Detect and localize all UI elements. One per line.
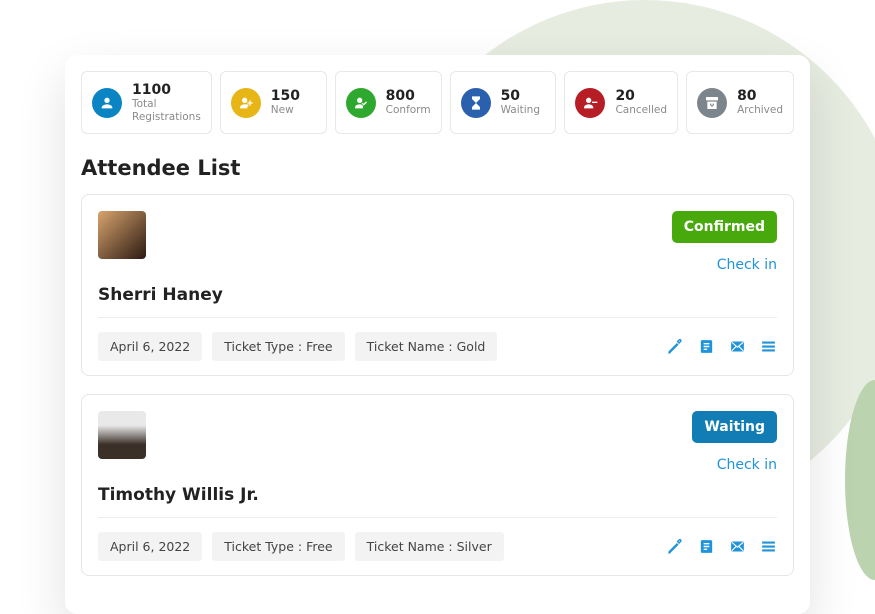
stat-label: Total Registrations [132,98,201,123]
stat-value: 80 [737,88,783,104]
stat-label: Waiting [501,104,540,117]
stat-value: 50 [501,88,540,104]
chip-row: April 6, 2022 Ticket Type : Free Ticket … [98,332,497,361]
user-minus-icon [575,88,605,118]
action-icons [667,538,777,555]
doc-icon[interactable] [698,338,715,355]
users-icon [92,88,122,118]
page-title: Attendee List [81,156,794,180]
user-plus-icon [231,88,261,118]
list-icon[interactable] [760,338,777,355]
mail-icon[interactable] [729,538,746,555]
attendee-panel: 1100 Total Registrations 150 New 800 Con… [65,55,810,614]
stat-value: 150 [271,88,300,104]
divider [98,317,777,318]
stat-label: Conform [386,104,431,117]
action-icons [667,338,777,355]
stat-waiting[interactable]: 50 Waiting [450,71,557,134]
status-badge: Confirmed [672,211,777,243]
divider [98,517,777,518]
edit-icon[interactable] [667,338,684,355]
hourglass-icon [461,88,491,118]
checkin-link[interactable]: Check in [672,257,777,273]
avatar [98,211,146,259]
doc-icon[interactable] [698,538,715,555]
status-badge: Waiting [692,411,777,443]
date-chip: April 6, 2022 [98,332,202,361]
archive-icon [697,88,727,118]
stat-archived[interactable]: 80 Archived [686,71,794,134]
attendee-card: Confirmed Check in Sherri Haney April 6,… [81,194,794,376]
ticket-type-chip: Ticket Type : Free [212,532,344,561]
stat-value: 800 [386,88,431,104]
ticket-name-chip: Ticket Name : Silver [355,532,504,561]
stat-label: Cancelled [615,104,667,117]
date-chip: April 6, 2022 [98,532,202,561]
mail-icon[interactable] [729,338,746,355]
user-check-icon [346,88,376,118]
chip-row: April 6, 2022 Ticket Type : Free Ticket … [98,532,504,561]
stat-new[interactable]: 150 New [220,71,327,134]
ticket-name-chip: Ticket Name : Gold [355,332,498,361]
edit-icon[interactable] [667,538,684,555]
attendee-name: Timothy Willis Jr. [98,485,777,505]
attendee-name: Sherri Haney [98,285,777,305]
stat-conform[interactable]: 800 Conform [335,71,442,134]
stat-total-registrations[interactable]: 1100 Total Registrations [81,71,212,134]
stat-value: 1100 [132,82,201,98]
stats-row: 1100 Total Registrations 150 New 800 Con… [81,71,794,134]
attendee-card: Waiting Check in Timothy Willis Jr. Apri… [81,394,794,576]
list-icon[interactable] [760,538,777,555]
stat-label: New [271,104,300,117]
ticket-type-chip: Ticket Type : Free [212,332,344,361]
stat-label: Archived [737,104,783,117]
stat-cancelled[interactable]: 20 Cancelled [564,71,678,134]
checkin-link[interactable]: Check in [692,457,777,473]
avatar [98,411,146,459]
stat-value: 20 [615,88,667,104]
